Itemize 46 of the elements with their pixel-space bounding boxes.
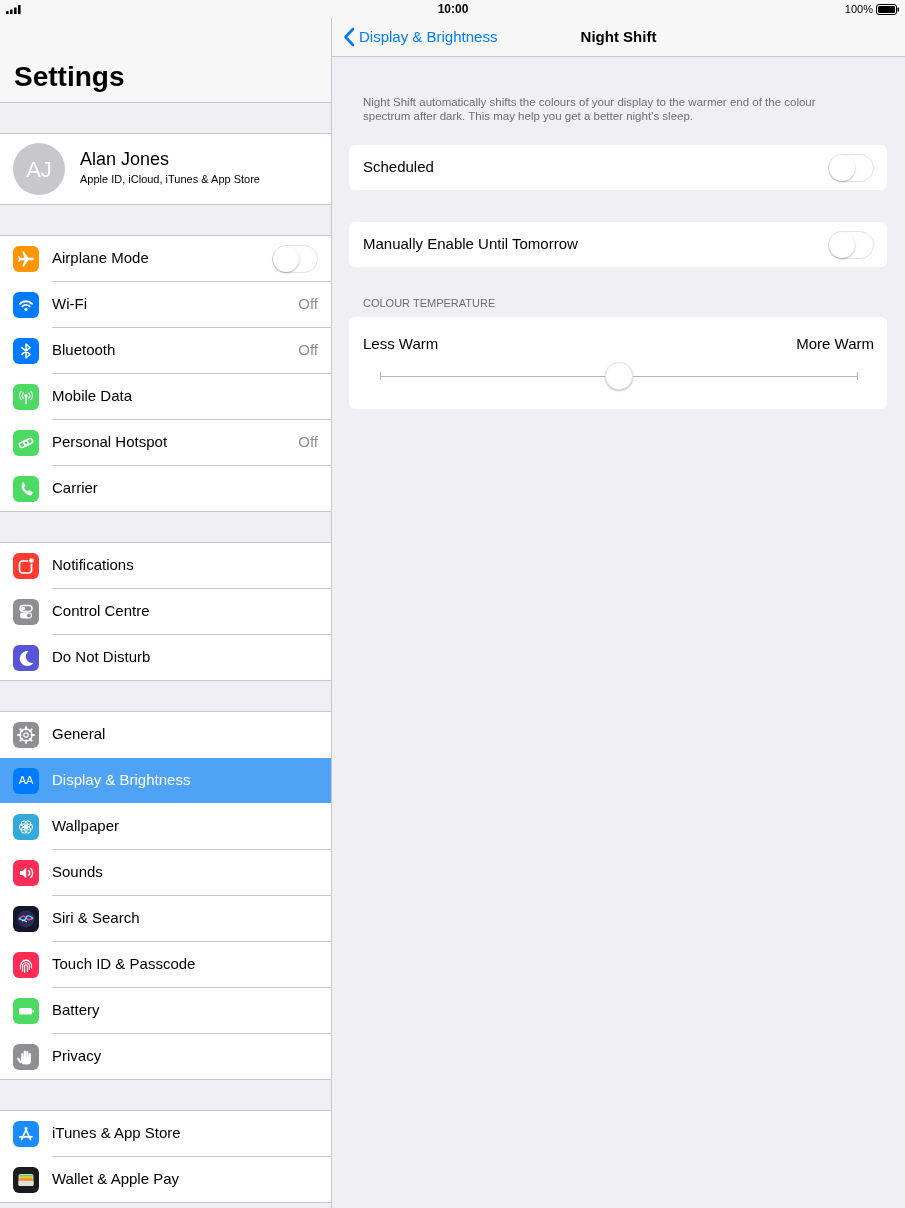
notification-icon [13, 552, 39, 579]
nav-title: Night Shift [580, 26, 657, 47]
text-size-icon: AA [13, 767, 39, 794]
battery-icon [876, 3, 900, 15]
hand-icon [13, 1043, 39, 1070]
back-button[interactable]: Display & Brightness [343, 25, 498, 49]
setting-label: Manually Enable Until Tomorrow [363, 234, 578, 255]
battery-percent: 100% [844, 1, 873, 17]
slider-max-label: More Warm [796, 335, 874, 353]
wifi-icon [13, 291, 39, 318]
avatar: AJ [13, 143, 65, 195]
toggle-switch[interactable] [828, 153, 874, 182]
toggle-switch[interactable] [828, 230, 874, 259]
setting-label: Scheduled [363, 157, 434, 178]
profile-name: Alan Jones [80, 147, 171, 170]
settings-icon [13, 721, 39, 748]
row-value: Off [298, 432, 318, 453]
antenna-icon [13, 383, 39, 410]
description-text: Night Shift automatically shifts the colours of your display to the warmer end of the colour spectrum after dark. This may help you get a better night’s sleep. [363, 95, 817, 123]
phone-icon [13, 475, 39, 502]
airplane-icon [13, 245, 39, 272]
fingerprint-icon [13, 951, 39, 978]
battery-icon [13, 997, 39, 1024]
wallet-icon [13, 1166, 39, 1193]
row-value: Off [298, 294, 318, 315]
slider-min-label: Less Warm [363, 335, 439, 353]
flower-icon [13, 813, 39, 840]
page-title: Settings [14, 61, 125, 93]
clock-text: 10:00 [437, 1, 469, 18]
slider-track[interactable] [380, 362, 858, 390]
toggles-icon [13, 598, 39, 625]
bluetooth-icon [13, 337, 39, 364]
chain-link-icon [13, 429, 39, 456]
chevron-left-icon [343, 27, 355, 47]
moon-icon [13, 644, 39, 671]
section-header: COLOUR TEMPERATURE [363, 297, 497, 310]
swirl-orb-icon [13, 905, 39, 932]
speaker-icon [13, 859, 39, 886]
apps-icon [13, 1120, 39, 1147]
slider-thumb[interactable] [605, 362, 633, 390]
row-value: Off [298, 340, 318, 361]
signal-icon [6, 4, 21, 14]
sidebar-item[interactable]: AA Display & Brightness [0, 758, 331, 803]
toggle-switch[interactable] [272, 244, 318, 273]
profile-subtitle: Apple ID, iCloud, iTunes & App Store [80, 171, 260, 186]
profile-row[interactable]: AJ Alan Jones Apple ID, iCloud, iTunes & App Store [0, 134, 331, 204]
